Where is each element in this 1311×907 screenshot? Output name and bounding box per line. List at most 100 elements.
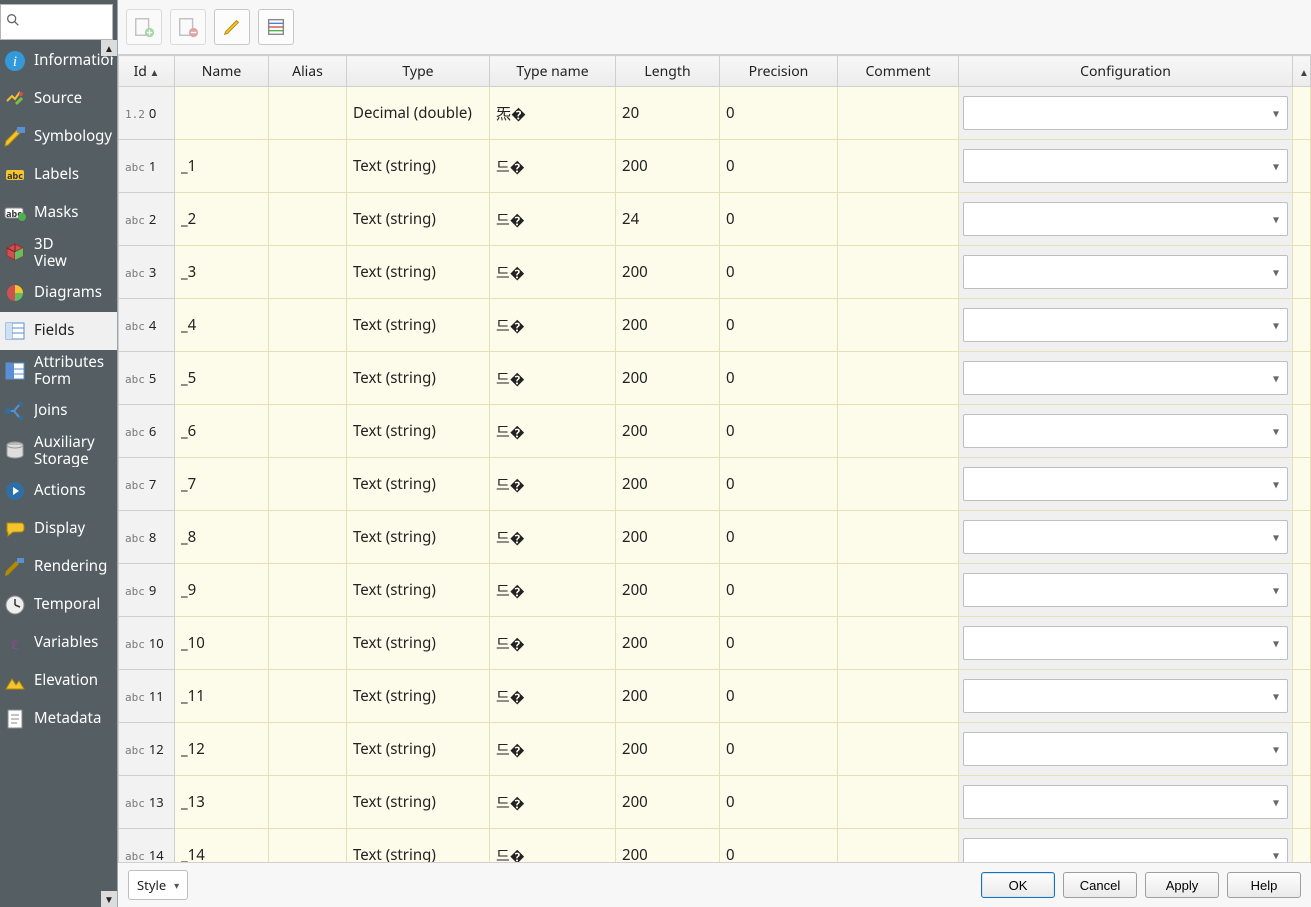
cell-precision[interactable]: 0 xyxy=(720,511,838,564)
cell-precision[interactable]: 0 xyxy=(720,776,838,829)
fields-table-wrap[interactable]: Id Name Alias Type Type name Length Prec… xyxy=(118,54,1311,862)
table-row[interactable]: abc6_6Text (string)드�2000 xyxy=(119,405,1311,458)
cell-typename[interactable]: 드� xyxy=(490,723,616,776)
cell-alias[interactable] xyxy=(269,829,347,863)
cell-name[interactable]: _13 xyxy=(175,776,269,829)
cell-type[interactable]: Text (string) xyxy=(347,776,490,829)
scroll-track[interactable] xyxy=(1293,299,1311,352)
cell-alias[interactable] xyxy=(269,458,347,511)
configuration-dropdown[interactable] xyxy=(963,732,1288,766)
configuration-dropdown[interactable] xyxy=(963,414,1288,448)
row-id-cell[interactable]: abc3 xyxy=(119,246,175,299)
sidebar-item-display[interactable]: Display xyxy=(0,510,117,548)
cell-name[interactable]: _10 xyxy=(175,617,269,670)
table-row[interactable]: abc1_1Text (string)드�2000 xyxy=(119,140,1311,193)
cell-name[interactable]: _11 xyxy=(175,670,269,723)
cell-alias[interactable] xyxy=(269,511,347,564)
table-row[interactable]: abc3_3Text (string)드�2000 xyxy=(119,246,1311,299)
table-row[interactable]: abc14_14Text (string)드�2000 xyxy=(119,829,1311,863)
configuration-dropdown[interactable] xyxy=(963,679,1288,713)
cell-type[interactable]: Text (string) xyxy=(347,140,490,193)
cell-typename[interactable]: 드� xyxy=(490,670,616,723)
cell-length[interactable]: 200 xyxy=(616,723,720,776)
table-row[interactable]: abc13_13Text (string)드�2000 xyxy=(119,776,1311,829)
sidebar-item-elevation[interactable]: Elevation xyxy=(0,662,117,700)
cell-name[interactable]: _12 xyxy=(175,723,269,776)
cell-name[interactable]: _4 xyxy=(175,299,269,352)
cell-type[interactable]: Text (string) xyxy=(347,511,490,564)
cell-typename[interactable]: 炁� xyxy=(490,87,616,140)
sidebar-item-fields[interactable]: Fields xyxy=(0,312,117,350)
ok-button[interactable]: OK xyxy=(981,872,1055,898)
cell-comment[interactable] xyxy=(838,723,959,776)
scroll-track[interactable] xyxy=(1293,140,1311,193)
cell-typename[interactable]: 드� xyxy=(490,352,616,405)
table-row[interactable]: abc12_12Text (string)드�2000 xyxy=(119,723,1311,776)
sidebar-item-3d-view[interactable]: 3D View xyxy=(0,232,117,274)
cell-alias[interactable] xyxy=(269,564,347,617)
cell-typename[interactable]: 드� xyxy=(490,458,616,511)
configuration-dropdown[interactable] xyxy=(963,202,1288,236)
cell-type[interactable]: Text (string) xyxy=(347,829,490,863)
cell-precision[interactable]: 0 xyxy=(720,829,838,863)
cell-precision[interactable]: 0 xyxy=(720,405,838,458)
help-button[interactable]: Help xyxy=(1227,872,1301,898)
cell-precision[interactable]: 0 xyxy=(720,299,838,352)
header-type[interactable]: Type xyxy=(347,56,490,87)
cell-type[interactable]: Text (string) xyxy=(347,299,490,352)
cell-type[interactable]: Text (string) xyxy=(347,405,490,458)
field-calculator-button[interactable] xyxy=(258,9,294,45)
cell-comment[interactable] xyxy=(838,564,959,617)
cell-name[interactable]: _5 xyxy=(175,352,269,405)
header-precision[interactable]: Precision xyxy=(720,56,838,87)
cell-typename[interactable]: 드� xyxy=(490,193,616,246)
configuration-dropdown[interactable] xyxy=(963,626,1288,660)
cell-comment[interactable] xyxy=(838,87,959,140)
cell-precision[interactable]: 0 xyxy=(720,87,838,140)
sidebar-item-labels[interactable]: abcLabels xyxy=(0,156,117,194)
table-row[interactable]: abc9_9Text (string)드�2000 xyxy=(119,564,1311,617)
cell-length[interactable]: 24 xyxy=(616,193,720,246)
cell-precision[interactable]: 0 xyxy=(720,193,838,246)
cell-comment[interactable] xyxy=(838,829,959,863)
cell-alias[interactable] xyxy=(269,723,347,776)
cell-name[interactable]: _3 xyxy=(175,246,269,299)
row-id-cell[interactable]: abc4 xyxy=(119,299,175,352)
sidebar-item-source[interactable]: Source xyxy=(0,80,117,118)
header-configuration[interactable]: Configuration xyxy=(959,56,1293,87)
cell-alias[interactable] xyxy=(269,405,347,458)
cell-alias[interactable] xyxy=(269,193,347,246)
cell-comment[interactable] xyxy=(838,193,959,246)
cell-comment[interactable] xyxy=(838,140,959,193)
cell-length[interactable]: 20 xyxy=(616,87,720,140)
cell-name[interactable] xyxy=(175,87,269,140)
sidebar-item-metadata[interactable]: Metadata xyxy=(0,700,117,738)
table-row[interactable]: 1.20 Decimal (double)炁�200 xyxy=(119,87,1311,140)
cell-typename[interactable]: 드� xyxy=(490,511,616,564)
cell-comment[interactable] xyxy=(838,511,959,564)
scroll-track[interactable] xyxy=(1293,617,1311,670)
cell-name[interactable]: _6 xyxy=(175,405,269,458)
cell-length[interactable]: 200 xyxy=(616,352,720,405)
cell-type[interactable]: Decimal (double) xyxy=(347,87,490,140)
cell-name[interactable]: _8 xyxy=(175,511,269,564)
cell-type[interactable]: Text (string) xyxy=(347,352,490,405)
row-id-cell[interactable]: abc7 xyxy=(119,458,175,511)
cell-typename[interactable]: 드� xyxy=(490,776,616,829)
cell-length[interactable]: 200 xyxy=(616,511,720,564)
cell-comment[interactable] xyxy=(838,352,959,405)
header-alias[interactable]: Alias xyxy=(269,56,347,87)
sidebar-scroll-down[interactable]: ▼ xyxy=(101,891,117,907)
cell-typename[interactable]: 드� xyxy=(490,140,616,193)
cell-precision[interactable]: 0 xyxy=(720,564,838,617)
delete-field-button[interactable] xyxy=(170,9,206,45)
row-id-cell[interactable]: 1.20 xyxy=(119,87,175,140)
header-typename[interactable]: Type name xyxy=(490,56,616,87)
cell-precision[interactable]: 0 xyxy=(720,458,838,511)
scroll-track[interactable] xyxy=(1293,511,1311,564)
cell-alias[interactable] xyxy=(269,246,347,299)
cell-name[interactable]: _14 xyxy=(175,829,269,863)
row-id-cell[interactable]: abc1 xyxy=(119,140,175,193)
scroll-track[interactable] xyxy=(1293,246,1311,299)
configuration-dropdown[interactable] xyxy=(963,255,1288,289)
